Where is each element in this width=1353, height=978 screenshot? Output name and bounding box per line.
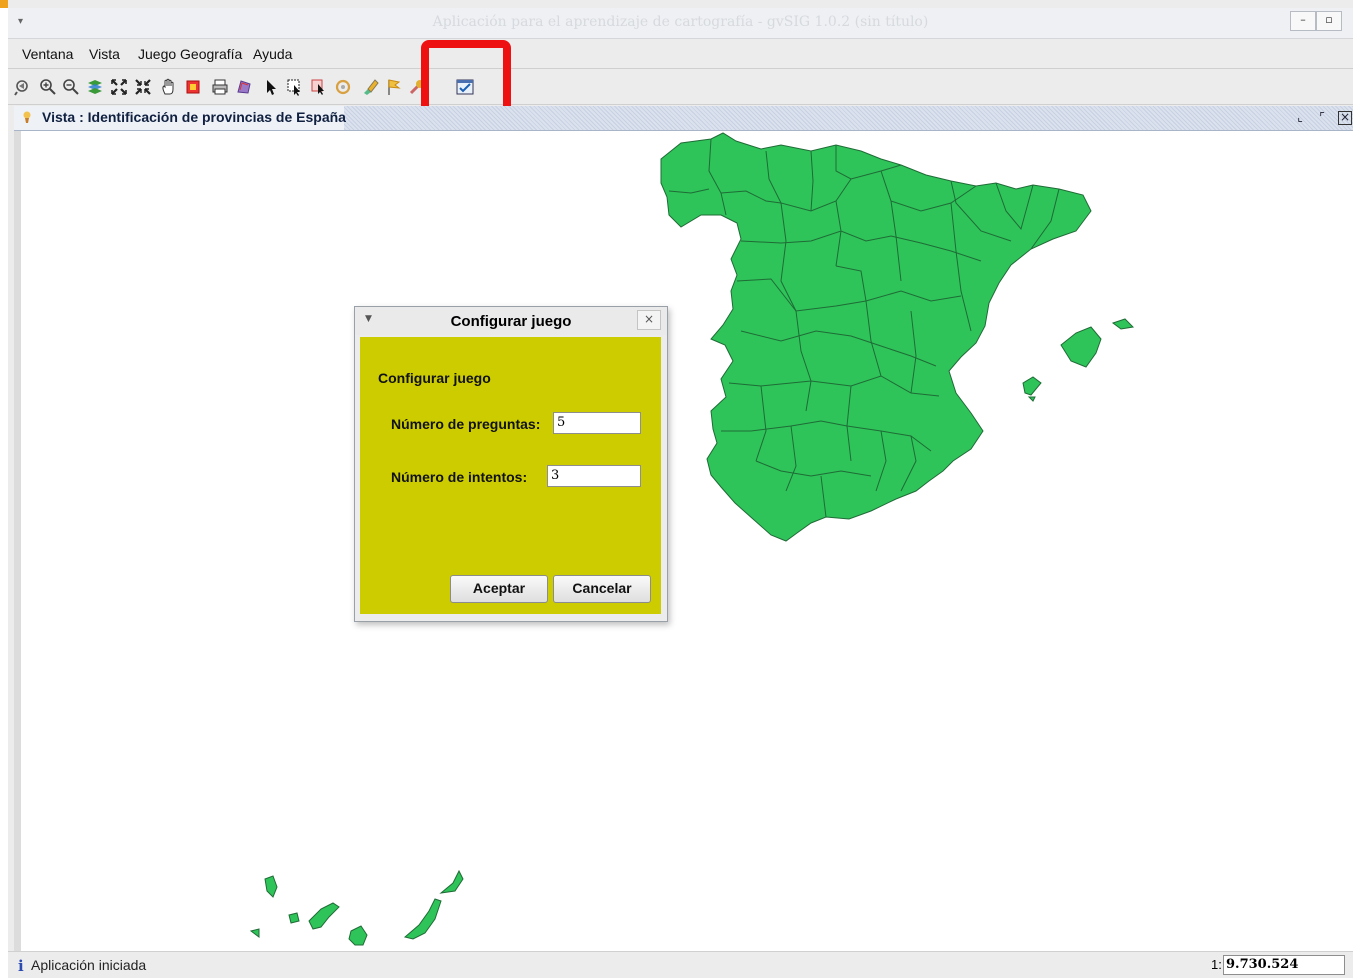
fuerteventura (403, 898, 442, 940)
menorca (1111, 318, 1135, 330)
close-frame-icon[interactable]: × (1338, 111, 1352, 125)
status-bar: i Aplicación iniciada 1: 9.730.524 (8, 951, 1353, 978)
accept-button[interactable]: Aceptar (450, 575, 548, 603)
iconify-frame-icon[interactable]: ⌞ (1292, 109, 1308, 125)
dialog-body: Configurar juego Número de preguntas: 5 … (360, 337, 661, 614)
minimize-button[interactable]: – (1290, 11, 1316, 31)
edit-icon[interactable] (360, 76, 382, 98)
window-title: Aplicación para el aprendizaje de cartog… (432, 14, 929, 30)
print-icon[interactable] (209, 76, 231, 98)
ibiza (1022, 376, 1042, 396)
attempts-label: Número de intentos: (391, 469, 528, 485)
dialog-close-button[interactable]: × (637, 310, 661, 330)
menu-bar: Ventana Vista Juego Geografía Ayuda (8, 40, 1353, 69)
dialog-heading: Configurar juego (378, 370, 491, 386)
attempts-input[interactable]: 3 (547, 465, 641, 487)
view-title: Vista : Identificación de provincias de … (42, 109, 346, 125)
tenerife (308, 902, 340, 930)
la-gomera (288, 912, 300, 924)
menu-vista[interactable]: Vista (89, 46, 120, 62)
maximize-frame-icon[interactable]: ⌜ (1314, 109, 1330, 125)
scale-prefix: 1: (1211, 957, 1222, 972)
flag-icon[interactable] (383, 76, 405, 98)
toolbar (8, 70, 1353, 105)
cancel-button[interactable]: Cancelar (553, 575, 651, 603)
zoom-extent-icon[interactable] (132, 76, 154, 98)
scale-input[interactable]: 9.730.524 (1223, 955, 1345, 975)
zoom-layer-icon[interactable] (182, 76, 204, 98)
select-point-icon[interactable] (308, 76, 330, 98)
peninsula-provinces[interactable] (660, 132, 1092, 542)
la-palma (264, 875, 278, 898)
gran-canaria (348, 925, 368, 946)
polygon-select-icon[interactable] (233, 76, 255, 98)
spain-map[interactable] (21, 131, 1353, 951)
lanzarote (439, 869, 464, 894)
title-bar: ▾ Aplicación para el aprendizaje de cart… (8, 8, 1353, 39)
layers-icon[interactable] (84, 76, 106, 98)
formentera (1027, 396, 1036, 402)
el-hierro (249, 928, 260, 938)
view-title-area: Vista : Identificación de provincias de … (14, 106, 346, 130)
mallorca (1060, 326, 1102, 368)
zoom-out-icon[interactable] (60, 76, 82, 98)
maximize-button[interactable]: ▫ (1316, 11, 1342, 31)
info-icon: i (18, 957, 24, 975)
balearic-islands[interactable] (1022, 318, 1135, 402)
pointer-icon[interactable] (260, 76, 282, 98)
questions-input[interactable]: 5 (553, 412, 641, 434)
status-message: Aplicación iniciada (31, 957, 147, 973)
pan-hand-icon[interactable] (158, 76, 180, 98)
menu-ventana[interactable]: Ventana (22, 46, 73, 62)
view-icon (23, 111, 31, 123)
dialog-title-bar[interactable]: ▼ Configurar juego × (355, 307, 667, 335)
zoom-previous-icon[interactable] (12, 76, 34, 98)
questions-label: Número de preguntas: (391, 416, 541, 432)
view-frame-header: Vista : Identificación de provincias de … (14, 106, 1353, 131)
canary-islands[interactable] (249, 869, 464, 946)
zoom-in-icon[interactable] (37, 76, 59, 98)
dialog-title: Configurar juego (450, 313, 572, 330)
refresh-icon[interactable] (332, 76, 354, 98)
zoom-full-icon[interactable] (108, 76, 130, 98)
configure-game-dialog: ▼ Configurar juego × Configurar juego Nú… (354, 306, 668, 622)
menu-juego-geografia[interactable]: Juego Geografía (138, 46, 242, 62)
select-rectangle-icon[interactable] (284, 76, 306, 98)
iberian-peninsula[interactable] (660, 132, 1092, 542)
menu-ayuda[interactable]: Ayuda (253, 46, 292, 62)
map-canvas[interactable] (14, 131, 1353, 951)
